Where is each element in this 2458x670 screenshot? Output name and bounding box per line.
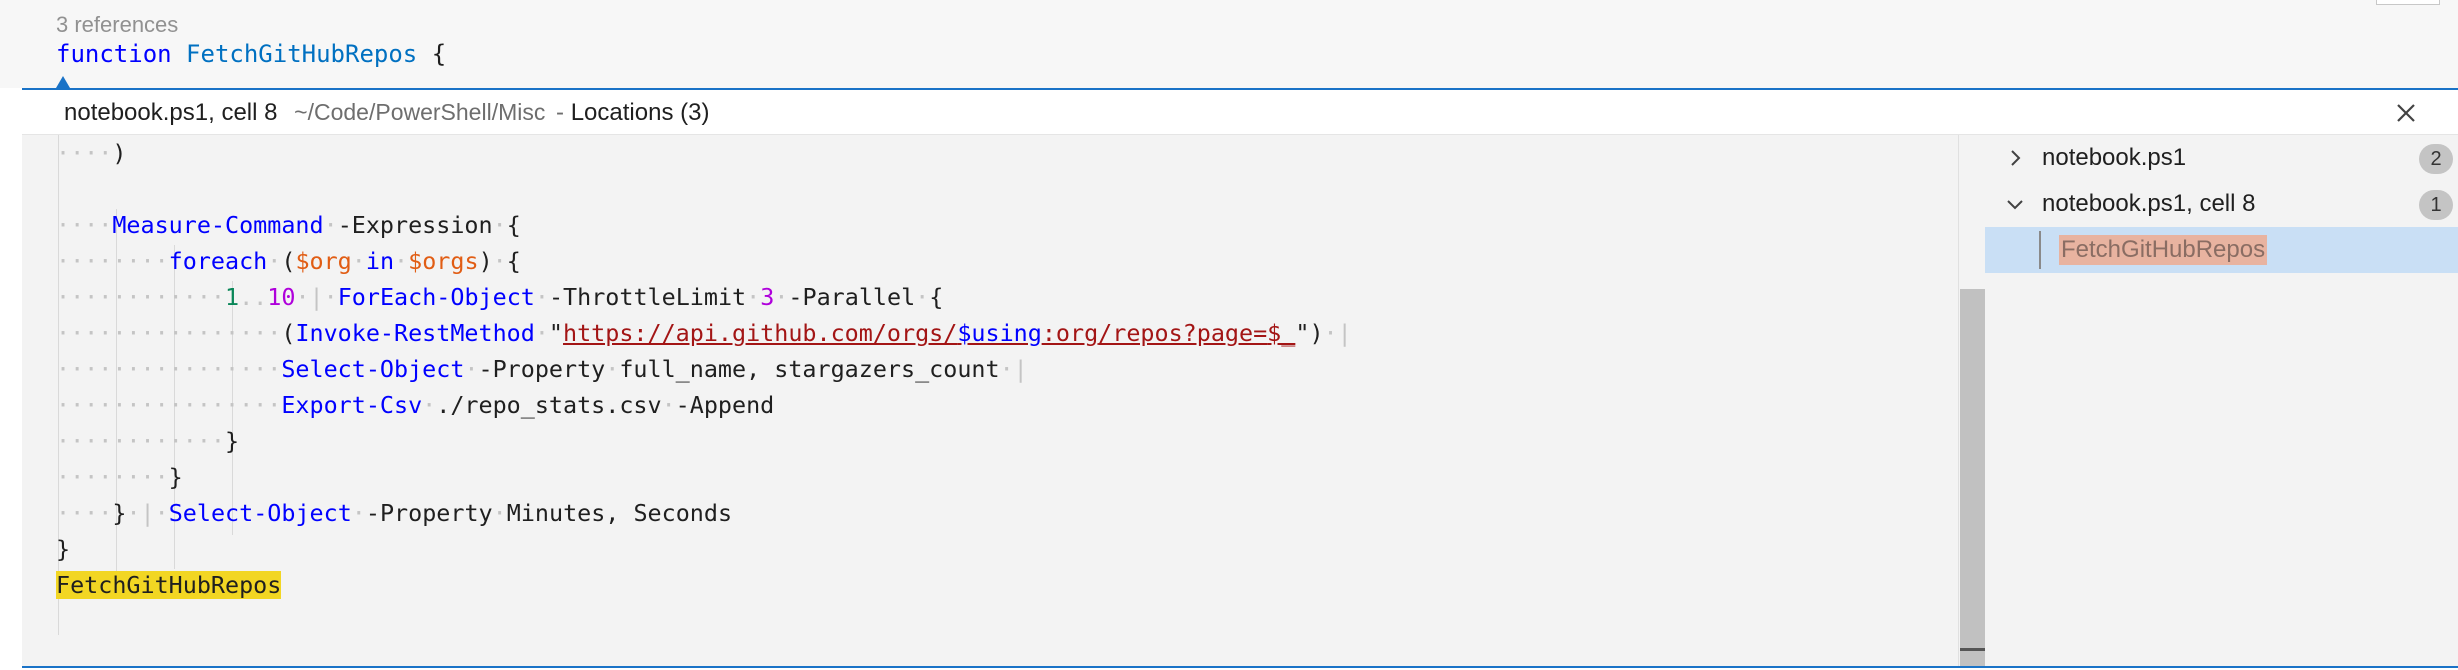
code-line: ················(Invoke-RestMethod·"http… <box>56 319 1352 347</box>
tree-item-notebook-cell-8[interactable]: notebook.ps1, cell 8 1 <box>1985 181 2458 227</box>
editor-scrollbar-thumb[interactable] <box>2376 0 2440 5</box>
scrollbar-thumb[interactable] <box>1960 289 1985 666</box>
code-line: ········foreach·($org·in·$orgs)·{ <box>56 247 521 275</box>
function-declaration-line: function FetchGitHubRepos { <box>56 40 446 68</box>
references-tree: notebook.ps1 2 notebook.ps1, cell 8 1 Fe… <box>1985 135 2458 666</box>
code-line: ················Select-Object·-Property·… <box>56 355 1028 383</box>
peek-header: notebook.ps1, cell 8 ~/Code/PowerShell/M… <box>22 90 2458 135</box>
code-line: ············1..10·|·ForEach-Object·-Thro… <box>56 283 944 311</box>
function-name[interactable]: FetchGitHubRepos <box>186 40 417 68</box>
peek-code-scrollbar[interactable] <box>1958 135 1985 666</box>
peek-locations-count: Locations (3) <box>570 99 710 126</box>
peek-references-widget: notebook.ps1, cell 8 ~/Code/PowerShell/M… <box>22 88 2458 670</box>
tree-item-notebook-ps1[interactable]: notebook.ps1 2 <box>1985 135 2458 181</box>
code-line: ····Measure-Command·-Expression·{ <box>56 211 521 239</box>
peek-code-preview[interactable]: ····) ····Measure-Command·-Expression·{ … <box>22 135 1958 666</box>
peek-header-separator: - <box>556 99 565 126</box>
code-line: ············} <box>56 427 240 455</box>
code-line: ····}·|·Select-Object·-Property·Minutes,… <box>56 499 733 527</box>
references-codelens[interactable]: 3 references <box>56 12 178 38</box>
peek-pointer-icon <box>56 76 70 88</box>
peek-file-path: ~/Code/PowerShell/Misc <box>294 99 546 125</box>
open-brace: { <box>431 40 447 68</box>
reference-count-badge: 1 <box>2419 190 2453 220</box>
code-line: ········} <box>56 463 183 491</box>
close-icon <box>2397 104 2415 122</box>
reference-count-badge: 2 <box>2419 144 2453 174</box>
url-string: https://api.github.com/orgs/ <box>563 319 958 347</box>
chevron-right-icon <box>2011 150 2021 166</box>
code-line: } <box>56 535 71 563</box>
peek-file-title[interactable]: notebook.ps1, cell 8 <box>64 99 277 126</box>
editor-background: 3 references function FetchGitHubRepos { <box>0 0 2458 88</box>
measure-command-token: Measure-Command <box>112 211 324 239</box>
code-line: ····) <box>56 139 127 167</box>
highlighted-reference[interactable]: FetchGitHubRepos <box>56 571 282 599</box>
reference-label: FetchGitHubRepos <box>2059 235 2268 265</box>
scrollbar-position-marker <box>1960 648 1985 651</box>
tree-item-reference[interactable]: FetchGitHubRepos <box>1985 227 2458 273</box>
tree-item-label: notebook.ps1 <box>2042 144 2187 171</box>
code-line: FetchGitHubRepos <box>56 567 282 603</box>
peek-body: ····) ····Measure-Command·-Expression·{ … <box>22 135 2458 666</box>
code-line: ················Export-Csv·./repo_stats.… <box>56 391 775 419</box>
tree-item-label: notebook.ps1, cell 8 <box>2042 190 2256 217</box>
function-keyword: function <box>56 40 172 68</box>
chevron-down-icon <box>2007 200 2023 210</box>
close-peek-button[interactable] <box>2392 98 2420 126</box>
tree-indent-guide <box>2039 231 2041 269</box>
